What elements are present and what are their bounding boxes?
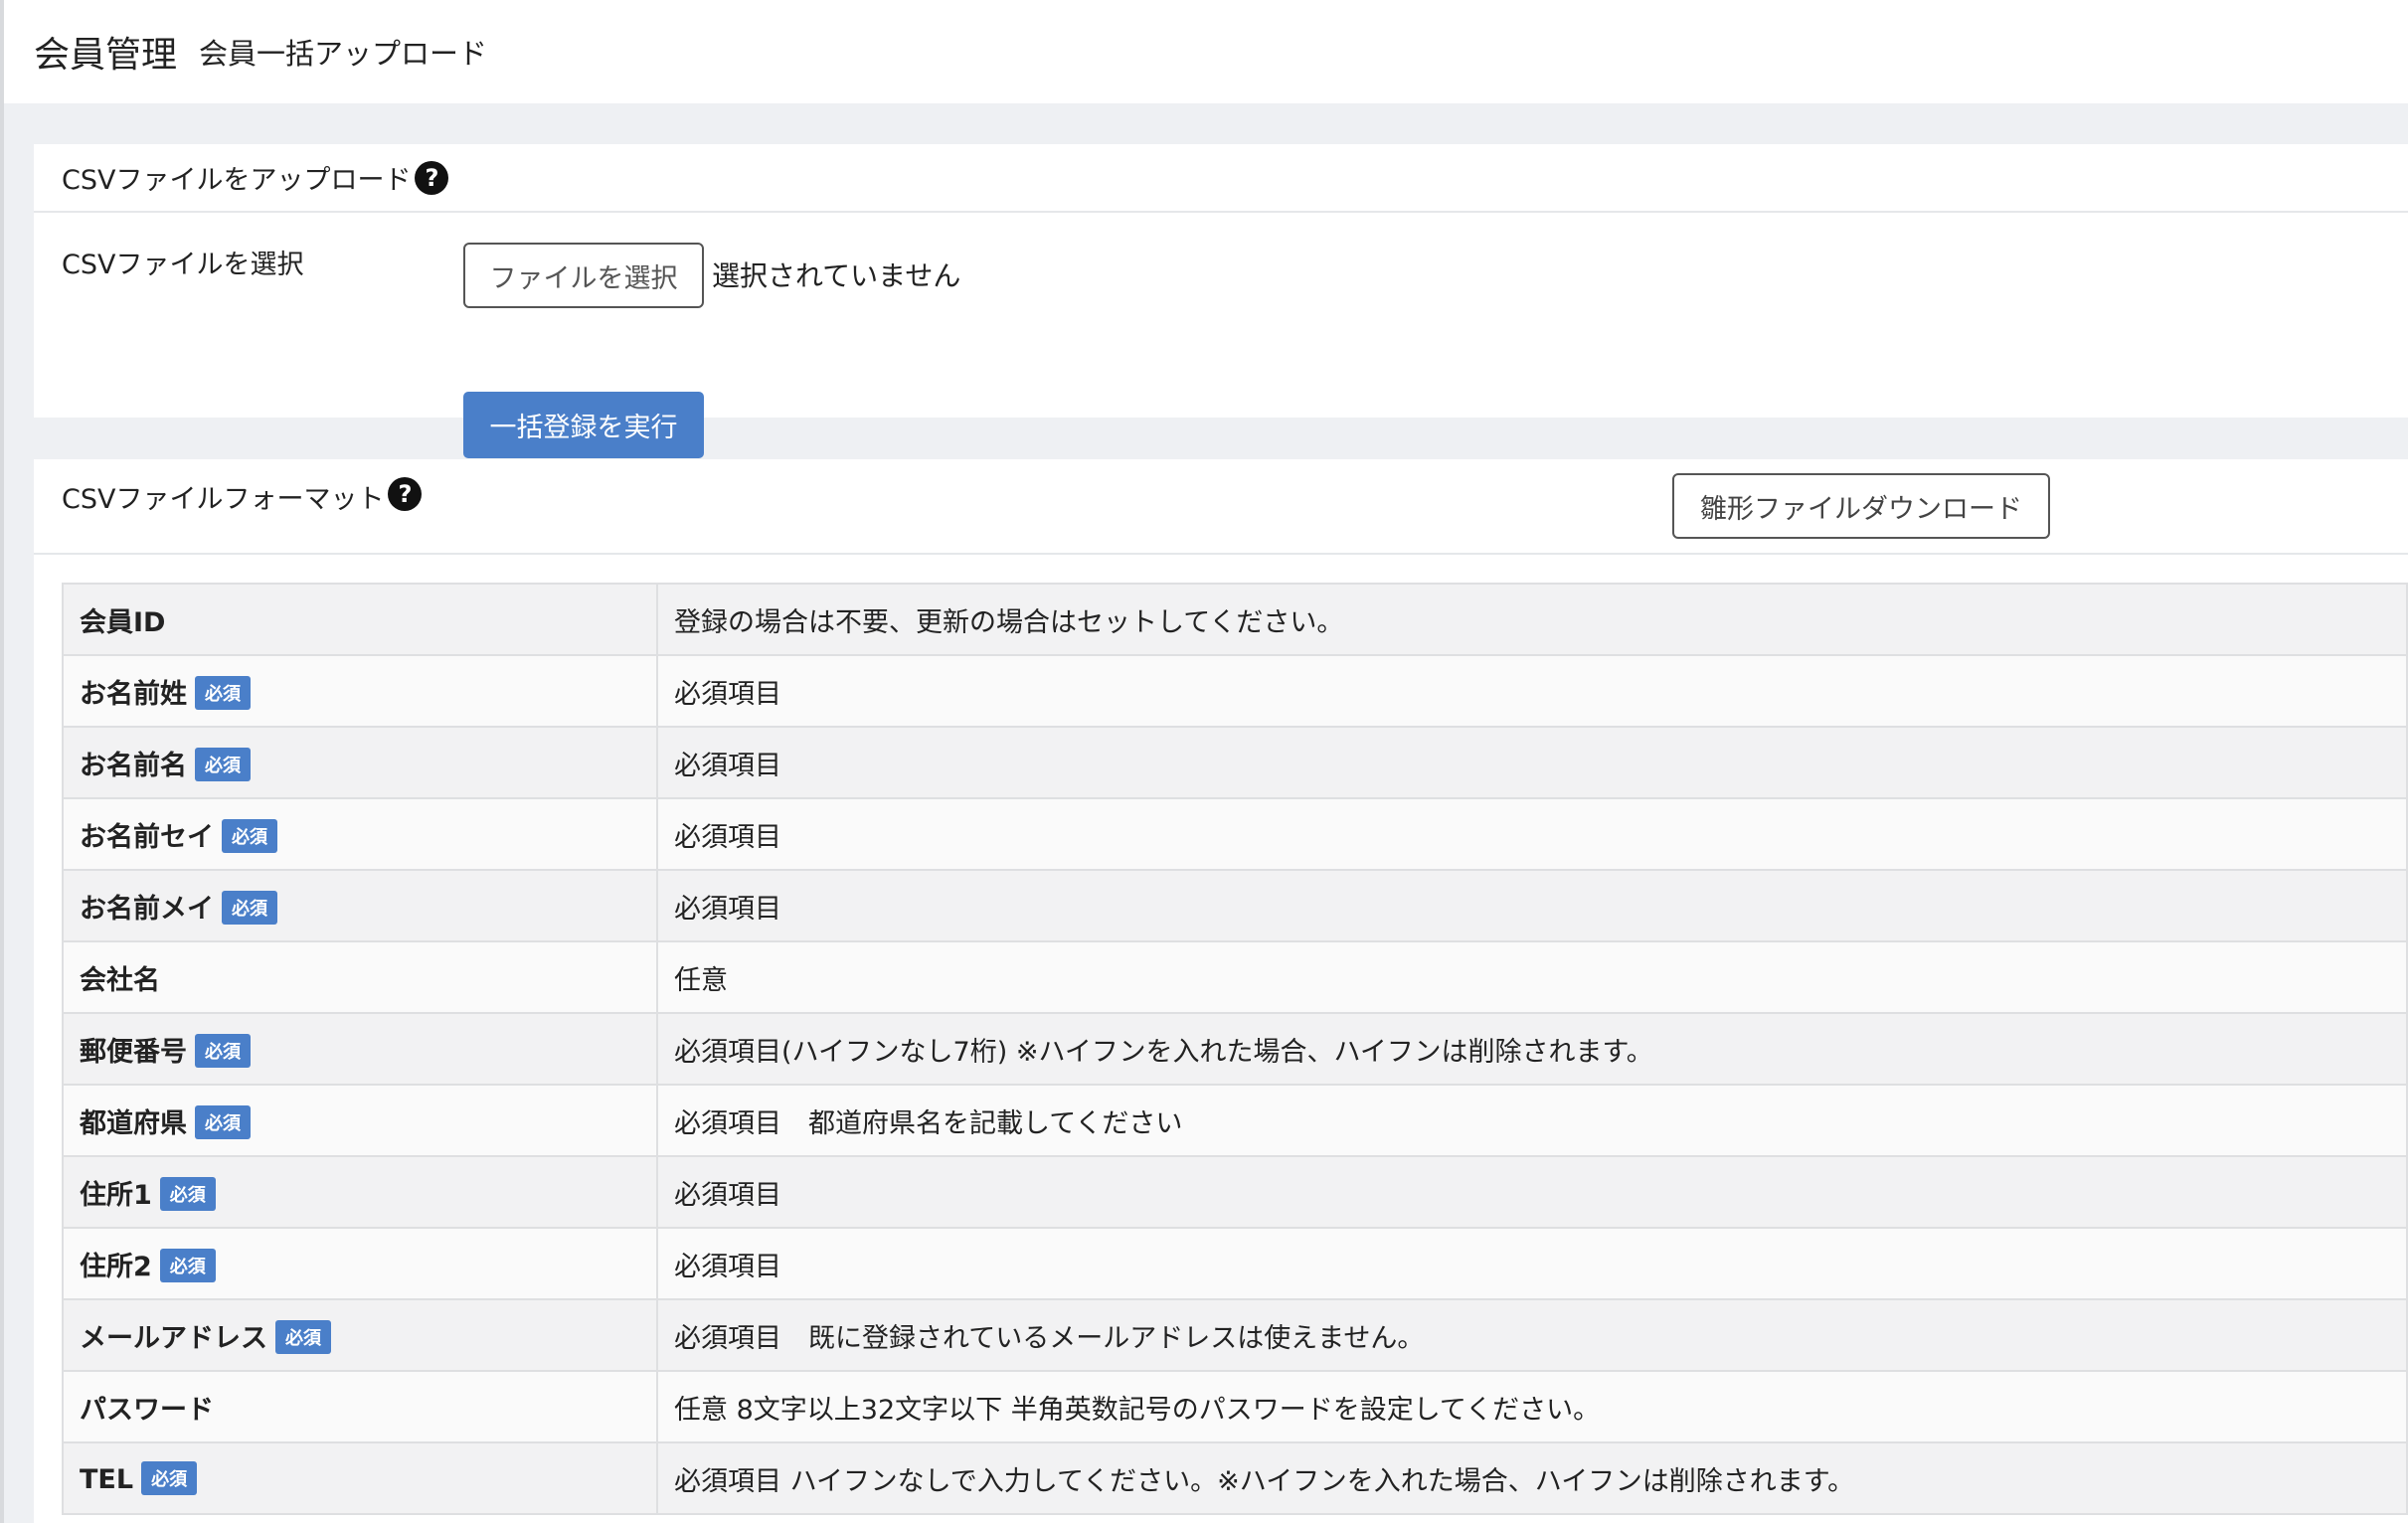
field-description: 必須項目: [656, 726, 2408, 799]
field-name-cell: お名前名 必須: [62, 726, 658, 799]
left-edge: [0, 0, 4, 1523]
field-description: 任意: [656, 940, 2408, 1014]
field-name: TEL: [80, 1464, 134, 1495]
field-name: パスワード: [80, 1394, 214, 1426]
table-row: お名前セイ 必須 必須項目: [62, 797, 2408, 871]
table-row: 住所1 必須 必須項目: [62, 1155, 2408, 1229]
field-name-cell: パスワード: [62, 1370, 658, 1443]
field-description: 必須項目(ハイフンなし7桁) ※ハイフンを入れた場合、ハイフンは削除されます。: [656, 1012, 2408, 1086]
page-title: 会員管理: [34, 35, 178, 76]
table-row: 都道府県 必須 必須項目 都道府県名を記載してください: [62, 1084, 2408, 1157]
field-name-cell: お名前メイ 必須: [62, 869, 658, 942]
field-name-cell: 都道府県 必須: [62, 1084, 658, 1157]
field-name: 会社名: [80, 964, 160, 996]
required-badge: 必須: [222, 818, 277, 853]
field-name-cell: 住所2 必須: [62, 1227, 658, 1300]
field-name: 住所2: [80, 1251, 152, 1282]
field-name-cell: メールアドレス 必須: [62, 1298, 658, 1372]
table-row: 住所2 必須 必須項目: [62, 1227, 2408, 1300]
required-badge: 必須: [141, 1461, 198, 1495]
table-row: お名前名 必須 必須項目: [62, 726, 2408, 799]
question-circle-icon[interactable]: ?: [388, 477, 423, 511]
table-row: TEL 必須 必須項目 ハイフンなしで入力してください。※ハイフンを入れた場合、ハイ…: [62, 1441, 2408, 1515]
file-status-text: 選択されていません: [712, 259, 961, 292]
required-badge: 必須: [195, 1104, 251, 1139]
required-badge: 必須: [159, 1176, 216, 1211]
table-row: 会員ID 登録の場合は不要、更新の場合はセットしてください。: [62, 583, 2408, 656]
field-description: 必須項目: [656, 869, 2408, 942]
required-badge: 必須: [195, 675, 251, 710]
field-name-cell: 会社名: [62, 940, 658, 1014]
required-badge: 必須: [222, 890, 277, 925]
csv-file-label: CSVファイルを選択: [62, 250, 304, 280]
field-name: お名前姓: [80, 678, 187, 710]
field-name: メールアドレス: [80, 1322, 267, 1354]
field-description: 任意 8文字以上32文字以下 半角英数記号のパスワードを設定してください。: [656, 1370, 2408, 1443]
choose-file-button[interactable]: ファイルを選択: [463, 243, 704, 308]
table-row: パスワード 任意 8文字以上32文字以下 半角英数記号のパスワードを設定してくださ…: [62, 1370, 2408, 1443]
field-name-cell: 住所1 必須: [62, 1155, 658, 1229]
field-name: 住所1: [80, 1179, 152, 1211]
table-row: 郵便番号 必須 必須項目(ハイフンなし7桁) ※ハイフンを入れた場合、ハイフンは削除…: [62, 1012, 2408, 1086]
format-card: CSVファイルフォーマット ? 雛形ファイルダウンロード 会員ID 登録の場合は不…: [34, 459, 2408, 1523]
bulk-register-button[interactable]: 一括登録を実行: [463, 392, 704, 458]
template-download-button[interactable]: 雛形ファイルダウンロード: [1672, 473, 2050, 539]
field-name-cell: お名前セイ 必須: [62, 797, 658, 871]
table-row: 会社名 任意: [62, 940, 2408, 1014]
field-name-cell: お名前姓 必須: [62, 654, 658, 728]
field-description: 必須項目: [656, 1155, 2408, 1229]
upload-card-header: CSVファイルをアップロード ?: [34, 144, 2408, 213]
required-badge: 必須: [159, 1248, 216, 1282]
field-description: 必須項目: [656, 797, 2408, 871]
format-table: 会員ID 登録の場合は不要、更新の場合はセットしてください。 お名前姓 必須 必須項目お…: [62, 583, 2408, 1515]
field-name-cell: 郵便番号 必須: [62, 1012, 658, 1086]
table-row: お名前メイ 必須 必須項目: [62, 869, 2408, 942]
field-name-cell: 会員ID: [62, 583, 658, 656]
field-description: 必須項目 既に登録されているメールアドレスは使えません。: [656, 1298, 2408, 1372]
upload-card-body: CSVファイルを選択 ファイルを選択 選択されていません 一括登録を実行: [34, 213, 2408, 458]
field-name: お名前セイ: [80, 821, 214, 853]
table-row: お名前姓 必須 必須項目: [62, 654, 2408, 728]
field-description: 必須項目 ハイフンなしで入力してください。※ハイフンを入れた場合、ハイフンは削除…: [656, 1441, 2408, 1515]
format-card-title: CSVファイルフォーマット: [62, 484, 385, 515]
field-name: 会員ID: [80, 606, 166, 638]
required-badge: 必須: [275, 1319, 331, 1354]
format-card-header: CSVファイルフォーマット ? 雛形ファイルダウンロード: [34, 459, 2408, 555]
field-name: お名前メイ: [80, 893, 214, 925]
required-badge: 必須: [195, 1033, 251, 1068]
table-row: メールアドレス 必須 必須項目 既に登録されているメールアドレスは使えません。: [62, 1298, 2408, 1372]
field-name: 都道府県: [80, 1107, 187, 1139]
required-badge: 必須: [195, 747, 251, 781]
question-circle-icon[interactable]: ?: [415, 160, 449, 195]
field-description: 必須項目 都道府県名を記載してください: [656, 1084, 2408, 1157]
field-description: 登録の場合は不要、更新の場合はセットしてください。: [656, 583, 2408, 656]
field-name-cell: TEL 必須: [62, 1441, 658, 1515]
field-description: 必須項目: [656, 1227, 2408, 1300]
page-header: 会員管理 会員一括アップロード: [4, 0, 2408, 103]
field-name: 郵便番号: [80, 1036, 187, 1068]
field-description: 必須項目: [656, 654, 2408, 728]
page-subtitle: 会員一括アップロード: [199, 37, 488, 71]
upload-card: CSVファイルをアップロード ? CSVファイルを選択 ファイルを選択 選択され…: [34, 144, 2408, 458]
field-name: お名前名: [80, 750, 187, 781]
upload-card-title: CSVファイルをアップロード: [62, 165, 412, 196]
